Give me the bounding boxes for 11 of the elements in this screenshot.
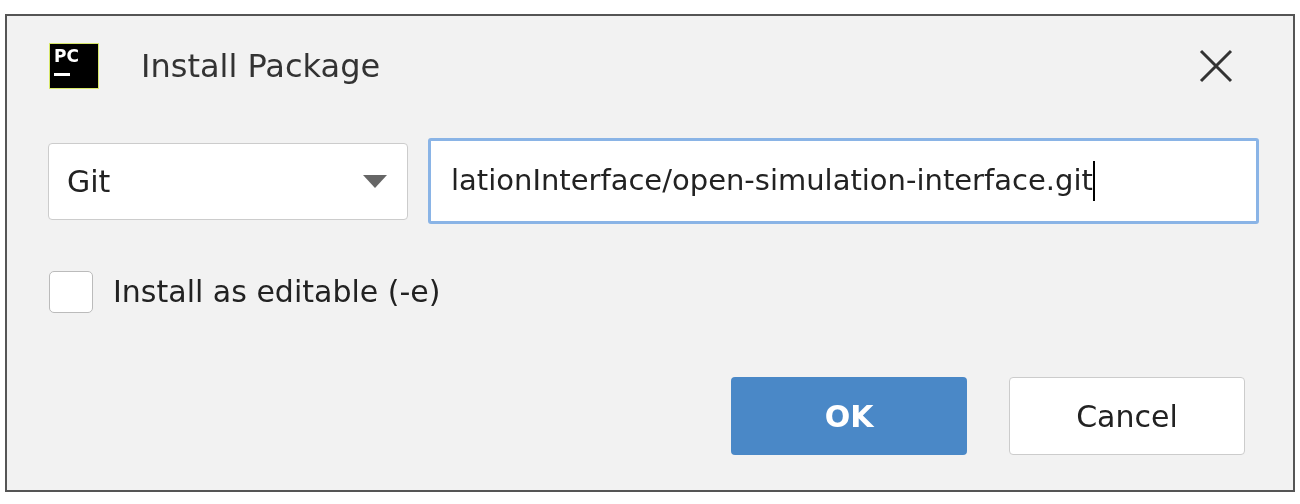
- text-cursor: [1092, 161, 1095, 201]
- app-logo: PC: [49, 43, 99, 89]
- source-dropdown[interactable]: Git: [48, 142, 408, 220]
- checkbox-label: Install as editable (-e): [113, 273, 441, 311]
- dropdown-arrow-icon: [363, 174, 387, 188]
- close-icon[interactable]: [1199, 49, 1233, 83]
- url-field[interactable]: lationInterface/open-simulation-interface.git: [428, 138, 1259, 224]
- cancel-button[interactable]: Cancel: [1009, 377, 1245, 455]
- window-title: Install Package: [141, 46, 381, 87]
- checkbox[interactable]: [49, 270, 93, 313]
- ok-button[interactable]: OK: [731, 377, 967, 455]
